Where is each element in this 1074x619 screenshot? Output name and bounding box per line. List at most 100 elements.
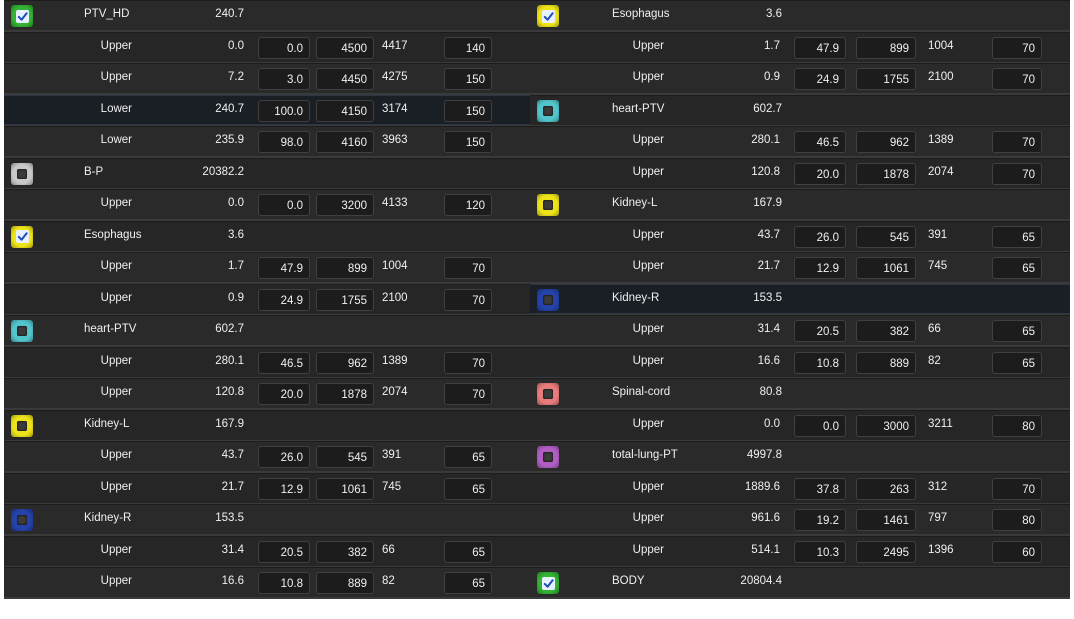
dose-field[interactable]: 4160 xyxy=(316,131,374,153)
weight-field[interactable]: 65 xyxy=(992,320,1042,342)
weight-field[interactable]: 150 xyxy=(444,68,492,90)
weight-field[interactable]: 150 xyxy=(444,99,492,122)
volume-percent-field[interactable]: 26.0 xyxy=(258,446,310,468)
objective-volume: 280.1 xyxy=(751,134,780,146)
dose-field[interactable]: 382 xyxy=(856,320,916,342)
dose-field[interactable]: 545 xyxy=(856,225,916,248)
weight-field[interactable]: 65 xyxy=(992,351,1042,374)
volume-percent-field[interactable]: 10.8 xyxy=(794,351,846,374)
structure-color-swatch[interactable] xyxy=(11,162,33,185)
dose-field[interactable]: 1755 xyxy=(316,288,374,311)
dose-field[interactable]: 1755 xyxy=(856,68,916,90)
weight-field[interactable]: 80 xyxy=(992,509,1042,531)
visibility-checkbox-checked[interactable] xyxy=(537,5,559,27)
dose-field[interactable]: 889 xyxy=(316,572,374,594)
dose-field[interactable]: 1878 xyxy=(316,383,374,405)
dose-field[interactable]: 962 xyxy=(316,351,374,374)
objective-type-label: Upper xyxy=(100,386,132,398)
dose-field[interactable]: 1878 xyxy=(856,162,916,185)
weight-field[interactable]: 65 xyxy=(444,540,492,563)
weight-field[interactable]: 70 xyxy=(992,68,1042,90)
weight-field[interactable]: 80 xyxy=(992,414,1042,437)
weight-field[interactable]: 70 xyxy=(992,477,1042,500)
objective-volume: 514.1 xyxy=(751,543,780,556)
dose-field[interactable]: 3200 xyxy=(316,194,374,216)
objective-volume: 43.7 xyxy=(757,228,780,241)
dose-field[interactable]: 4500 xyxy=(316,36,374,59)
dose-field[interactable]: 4450 xyxy=(316,68,374,90)
volume-percent-field[interactable]: 46.5 xyxy=(258,351,310,374)
volume-percent-field[interactable]: 10.3 xyxy=(794,540,846,563)
objective-volume: 240.7 xyxy=(215,102,244,115)
weight-field[interactable]: 70 xyxy=(992,162,1042,185)
structure-color-swatch[interactable] xyxy=(537,288,559,311)
achieved-dose: 4133 xyxy=(382,197,408,209)
volume-percent-field[interactable]: 47.9 xyxy=(258,257,310,279)
visibility-checkbox-checked[interactable] xyxy=(537,572,559,594)
volume-percent-field[interactable]: 98.0 xyxy=(258,131,310,153)
weight-field[interactable]: 70 xyxy=(444,288,492,311)
volume-percent-field[interactable]: 37.8 xyxy=(794,477,846,500)
weight-field[interactable]: 70 xyxy=(444,351,492,374)
volume-percent-field[interactable]: 19.2 xyxy=(794,509,846,531)
objective-type-label: Upper xyxy=(632,134,664,146)
dose-field[interactable]: 1061 xyxy=(856,257,916,279)
volume-percent-field[interactable]: 3.0 xyxy=(258,68,310,90)
swatch-inner-icon xyxy=(543,105,553,116)
weight-field[interactable]: 65 xyxy=(444,446,492,468)
dose-field[interactable]: 1061 xyxy=(316,477,374,500)
structure-color-swatch[interactable] xyxy=(537,194,559,216)
dose-field[interactable]: 899 xyxy=(316,257,374,279)
structure-color-swatch[interactable] xyxy=(11,320,33,342)
volume-percent-field[interactable]: 46.5 xyxy=(794,131,846,153)
volume-percent-field[interactable]: 100.0 xyxy=(258,99,310,122)
dose-field[interactable]: 962 xyxy=(856,131,916,153)
dose-field[interactable]: 263 xyxy=(856,477,916,500)
weight-field[interactable]: 60 xyxy=(992,540,1042,563)
volume-percent-field[interactable]: 24.9 xyxy=(794,68,846,90)
dose-field[interactable]: 899 xyxy=(856,36,916,59)
dose-field[interactable]: 889 xyxy=(856,351,916,374)
dose-field[interactable]: 382 xyxy=(316,540,374,563)
objective-row: Upper 0.9 24.9 1755 2100 70 xyxy=(4,283,530,314)
volume-percent-field[interactable]: 12.9 xyxy=(794,257,846,279)
weight-field[interactable]: 65 xyxy=(444,572,492,594)
volume-percent-field[interactable]: 20.0 xyxy=(258,383,310,405)
volume-percent-field[interactable]: 12.9 xyxy=(258,477,310,500)
weight-field[interactable]: 70 xyxy=(444,383,492,405)
volume-percent-field[interactable]: 10.8 xyxy=(258,572,310,594)
dose-field[interactable]: 2495 xyxy=(856,540,916,563)
dose-field[interactable]: 3000 xyxy=(856,414,916,437)
structure-color-swatch[interactable] xyxy=(537,383,559,405)
structure-row: Spinal-cord 80.8 xyxy=(530,378,1070,408)
structure-row: Kidney-R 153.5 xyxy=(4,504,530,534)
volume-percent-field[interactable]: 26.0 xyxy=(794,225,846,248)
achieved-dose: 3174 xyxy=(382,102,408,115)
visibility-checkbox-checked[interactable] xyxy=(11,225,33,248)
structure-color-swatch[interactable] xyxy=(537,99,559,122)
weight-field[interactable]: 120 xyxy=(444,194,492,216)
weight-field[interactable]: 140 xyxy=(444,36,492,59)
volume-percent-field[interactable]: 47.9 xyxy=(794,36,846,59)
weight-field[interactable]: 65 xyxy=(992,225,1042,248)
weight-field[interactable]: 65 xyxy=(444,477,492,500)
weight-field[interactable]: 70 xyxy=(444,257,492,279)
volume-percent-field[interactable]: 0.0 xyxy=(258,36,310,59)
structure-color-swatch[interactable] xyxy=(11,414,33,437)
volume-percent-field[interactable]: 0.0 xyxy=(794,414,846,437)
structure-color-swatch[interactable] xyxy=(537,446,559,468)
dose-field[interactable]: 1461 xyxy=(856,509,916,531)
volume-percent-field[interactable]: 20.0 xyxy=(794,162,846,185)
structure-color-swatch[interactable] xyxy=(11,509,33,531)
volume-percent-field[interactable]: 24.9 xyxy=(258,288,310,311)
weight-field[interactable]: 150 xyxy=(444,131,492,153)
weight-field[interactable]: 65 xyxy=(992,257,1042,279)
weight-field[interactable]: 70 xyxy=(992,131,1042,153)
weight-field[interactable]: 70 xyxy=(992,36,1042,59)
visibility-checkbox-checked[interactable] xyxy=(11,5,33,27)
volume-percent-field[interactable]: 0.0 xyxy=(258,194,310,216)
dose-field[interactable]: 545 xyxy=(316,446,374,468)
dose-field[interactable]: 4150 xyxy=(316,99,374,122)
volume-percent-field[interactable]: 20.5 xyxy=(258,540,310,563)
volume-percent-field[interactable]: 20.5 xyxy=(794,320,846,342)
